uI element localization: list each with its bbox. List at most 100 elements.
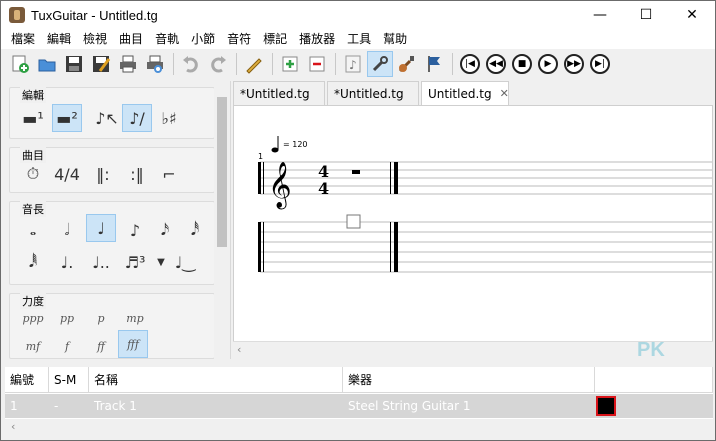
tab-label: *Untitled.tg [240,86,310,101]
toolbar-separator [272,53,273,75]
eighth-note-icon[interactable]: ♪ [120,216,150,244]
palette-group-dynamics: 力度 ppp pp p mp mf f ff fff [9,293,215,359]
save-icon[interactable] [61,51,87,77]
repeat-close-icon[interactable]: :‖ [122,160,152,188]
quarter-note-icon[interactable]: ♩ [86,214,116,242]
scroll-left-icon[interactable]: ‹ [11,420,15,433]
track-solo-mute[interactable]: - [49,394,89,418]
repeat-open-icon[interactable]: ‖: [88,160,118,188]
palette-group-composition: 曲目 ⏱ 4/4 ‖: :‖ ⌐ [9,147,215,193]
add-measure-icon[interactable] [277,51,303,77]
print-preview-icon[interactable] [142,51,168,77]
sixteenth-note-icon[interactable]: 𝅘𝅥𝅯 [150,216,180,244]
play-icon[interactable]: ▶ [538,54,558,74]
tied-note-icon[interactable]: ♩‿ [170,248,200,276]
menu-tools[interactable]: 工具 [341,29,377,49]
whole-note-icon[interactable]: 𝅝 [18,216,48,244]
sixty-fourth-note-icon[interactable]: 𝅘𝅥𝅱 [18,248,48,276]
app-window: TuxGuitar - Untitled.tg — ☐ ✕ 檔案 編輯 檢視 曲… [0,0,716,441]
stop-icon[interactable]: ■ [512,54,532,74]
dynamic-p-button[interactable]: p [86,304,116,332]
save-as-icon[interactable] [88,51,114,77]
track-name: Track 1 [94,399,137,413]
tablature-lines [260,221,712,273]
palette-group-title: 編輯 [20,87,46,103]
scroll-left-icon[interactable]: ‹ [237,343,241,356]
minimize-button[interactable]: — [577,1,623,29]
column-header-name[interactable]: 名稱 [89,367,343,393]
column-header-number[interactable]: 編號 [5,367,49,393]
marker-flag-icon[interactable] [421,51,447,77]
toolbar-separator [335,53,336,75]
edit-caret[interactable] [346,214,361,229]
voice1-icon[interactable]: ▬¹ [18,104,48,132]
palette-scrollbar-thumb[interactable] [217,97,227,247]
natural-key-icon[interactable]: ♭♯ [154,104,184,132]
menu-marker[interactable]: 標記 [257,29,293,49]
tempo-clock-icon[interactable]: ⏱ [18,160,48,188]
menu-file[interactable]: 檔案 [5,29,41,49]
menu-help[interactable]: 幫助 [377,29,413,49]
maximize-button[interactable]: ☐ [623,1,669,29]
menu-note[interactable]: 音符 [221,29,257,49]
column-header-color[interactable] [595,367,713,393]
undo-icon[interactable] [178,51,204,77]
first-measure-icon[interactable]: |◀ [460,54,480,74]
voice2-icon[interactable]: ▬² [52,104,82,132]
tablature-tool-icon[interactable] [367,51,393,77]
menu-view[interactable]: 檢視 [77,29,113,49]
print-icon[interactable] [115,51,141,77]
table-row[interactable]: 1 - Track 1 Steel String Guitar 1 [5,394,713,418]
menu-edit[interactable]: 編輯 [41,29,77,49]
track-table-scrollbar[interactable]: ‹ [5,419,713,437]
tab-label: *Untitled.tg [334,86,404,101]
menu-composition[interactable]: 曲目 [113,29,149,49]
dynamic-mp-button[interactable]: mp [120,304,150,332]
open-file-icon[interactable] [34,51,60,77]
dynamic-ppp-button[interactable]: ppp [18,304,48,332]
tab-untitled-active[interactable]: Untitled.tg ✕ [421,81,509,105]
menu-player[interactable]: 播放器 [293,29,341,49]
next-measure-icon[interactable]: ▶▶ [564,54,584,74]
toolbar-separator [236,53,237,75]
dynamic-ff-button[interactable]: ff [86,332,116,360]
guitar-fretboard-icon[interactable] [394,51,420,77]
close-button[interactable]: ✕ [669,1,715,29]
column-header-solo-mute[interactable]: S-M [49,367,89,393]
last-measure-icon[interactable]: ▶| [590,54,610,74]
close-tab-icon[interactable]: ✕ [500,87,509,100]
dotted-note-icon[interactable]: ♩. [52,248,82,276]
thirty-second-note-icon[interactable]: 𝅘𝅥𝅰 [180,216,210,244]
tab-untitled-1[interactable]: *Untitled.tg [233,81,325,105]
toolbar-separator [452,53,453,75]
dynamic-mf-button[interactable]: mf [18,332,48,360]
double-dotted-note-icon[interactable]: ♩.. [86,248,116,276]
track-number: 1 [10,399,18,413]
window-title: TuxGuitar - Untitled.tg [31,7,158,23]
menu-track[interactable]: 音軌 [149,29,185,49]
edit-pen-icon[interactable]: ♪/ [122,104,152,132]
column-header-instrument[interactable]: 樂器 [343,367,595,393]
track-color-swatch[interactable] [596,396,616,416]
time-signature-icon[interactable]: 4/4 [52,160,82,188]
score-canvas[interactable]: = 120 1 𝄞 4 4 [234,106,713,359]
new-file-icon[interactable] [7,51,33,77]
track-table: 編號 S-M 名稱 樂器 1 - Track 1 Steel String Gu… [5,367,713,419]
alternative-ending-icon[interactable]: ⌐ [154,160,184,188]
edit-properties-icon[interactable] [241,51,267,77]
score-view-icon[interactable]: ♪ [340,51,366,77]
select-cursor-icon[interactable]: ♪↖ [92,104,122,132]
redo-icon[interactable] [205,51,231,77]
half-note-icon[interactable]: 𝅗𝅥 [52,216,82,244]
palette-group-edit: 編輯 ▬¹ ▬² ♪↖ ♪/ ♭♯ [9,87,215,139]
tab-untitled-2[interactable]: *Untitled.tg [327,81,419,105]
tuxguitar-app-icon [9,7,25,23]
score-editor[interactable]: = 120 1 𝄞 4 4 [233,105,713,359]
previous-measure-icon[interactable]: ◀◀ [486,54,506,74]
palette-scrollbar[interactable] [214,81,230,359]
dynamic-f-button[interactable]: f [52,332,82,360]
dynamic-pp-button[interactable]: pp [52,304,82,332]
dynamic-fff-button[interactable]: fff [118,330,148,358]
menu-measure[interactable]: 小節 [185,29,221,49]
remove-measure-icon[interactable] [304,51,330,77]
